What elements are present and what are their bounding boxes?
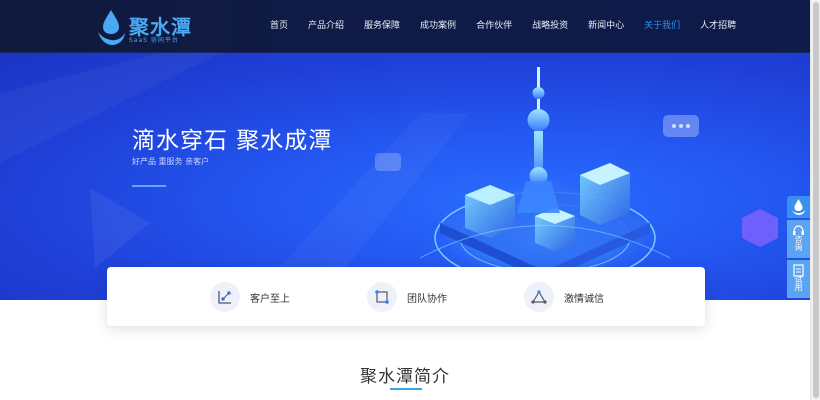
floating-contact-widget: 咨询 试用 [787,196,810,298]
top-navigation-bar: 聚水潭 SaaS 协同平台 首页 产品介绍 服务保障 成功案例 合作伙伴 战略投资 新闻中心… [0,0,810,53]
page-scrollbar[interactable] [810,0,820,400]
feature-label: 团队协作 [407,293,447,305]
hero-title: 滴水穿石 聚水成潭 [132,128,333,154]
hero-divider [132,185,166,187]
trial-label: 试用 [794,275,803,291]
nav-item-2[interactable]: 产品介绍 [298,0,354,53]
main-nav: 首页 产品介绍 服务保障 成功案例 合作伙伴 战略投资 新闻中心 关于我们 人才招聘 [260,0,746,53]
trial-button[interactable]: 试用 [787,260,810,298]
consult-label: 咨询 [794,235,803,251]
hero-illustration [0,53,778,300]
feature-label: 客户至上 [250,293,290,305]
logo-subtitle: SaaS 协同平台 [129,37,179,44]
nav-item-6[interactable]: 战略投资 [522,0,578,53]
water-drop-icon [792,199,805,215]
side-logo-button[interactable] [787,196,810,218]
logo[interactable]: 聚水潭 SaaS 协同平台 [95,8,195,48]
nav-item-3[interactable]: 服务保障 [354,0,410,53]
water-drop-logo-icon [98,10,125,45]
nav-item-8[interactable]: 关于我们 [634,0,690,53]
nav-item-4[interactable]: 成功案例 [410,0,466,53]
hero-banner: 滴水穿石 聚水成潭 好产品 重服务 亲客户 [0,53,810,300]
section-title: 聚水潭简介 [360,367,450,387]
consult-button[interactable]: 咨询 [787,220,810,258]
feature-customer-first: 客户至上 [210,281,290,313]
chart-dot-icon [210,282,240,312]
feature-teamwork: 团队协作 [367,281,447,313]
connect-square-icon [367,282,397,312]
nav-item-7[interactable]: 新闻中心 [578,0,634,53]
values-card: 客户至上 团队协作 激情诚信 [107,267,705,326]
feature-label: 激情诚信 [564,293,604,305]
nav-item-1[interactable]: 首页 [260,0,298,53]
section-divider [390,388,422,390]
nav-item-9[interactable]: 人才招聘 [690,0,746,53]
hero-subtitle: 好产品 重服务 亲客户 [132,157,210,166]
scrollbar-thumb[interactable] [813,2,819,398]
nav-item-5[interactable]: 合作伙伴 [466,0,522,53]
feature-passion-integrity: 激情诚信 [524,281,604,313]
triangle-network-icon [524,282,554,312]
